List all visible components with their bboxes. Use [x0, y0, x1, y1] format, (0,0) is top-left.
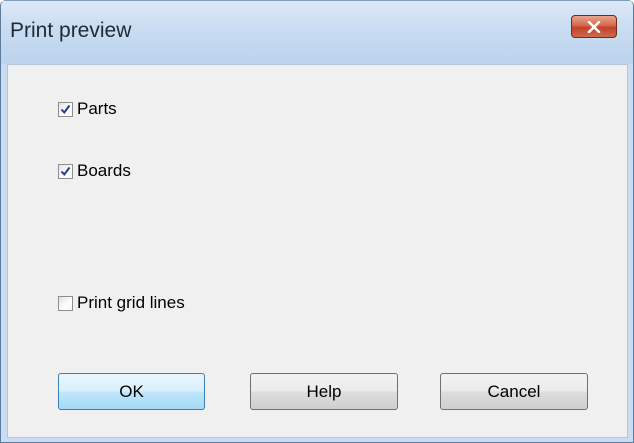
print-grid-lines-checkbox[interactable] — [58, 295, 73, 311]
title-bar[interactable]: Print preview — [1, 0, 633, 64]
parts-option[interactable]: Parts — [58, 98, 117, 120]
print-grid-lines-label: Print grid lines — [77, 293, 185, 312]
close-button[interactable] — [571, 15, 617, 38]
window-frame-right — [628, 64, 633, 442]
dialog-title: Print preview — [10, 19, 132, 42]
help-button[interactable]: Help — [250, 373, 398, 410]
ok-button[interactable]: OK — [58, 373, 205, 410]
close-icon — [587, 20, 601, 33]
check-mark-icon — [60, 104, 71, 114]
boards-checkbox[interactable] — [58, 163, 73, 179]
print-grid-lines-option[interactable]: Print grid lines — [58, 292, 185, 314]
window-frame-bottom — [1, 438, 633, 442]
parts-label: Parts — [77, 99, 117, 118]
boards-label: Boards — [77, 161, 131, 180]
boards-option[interactable]: Boards — [58, 160, 131, 182]
cancel-button[interactable]: Cancel — [440, 373, 588, 410]
print-preview-dialog: Print preview Parts Boards Print grid li… — [0, 0, 634, 443]
parts-checkbox[interactable] — [58, 101, 73, 117]
check-mark-icon — [60, 166, 71, 176]
